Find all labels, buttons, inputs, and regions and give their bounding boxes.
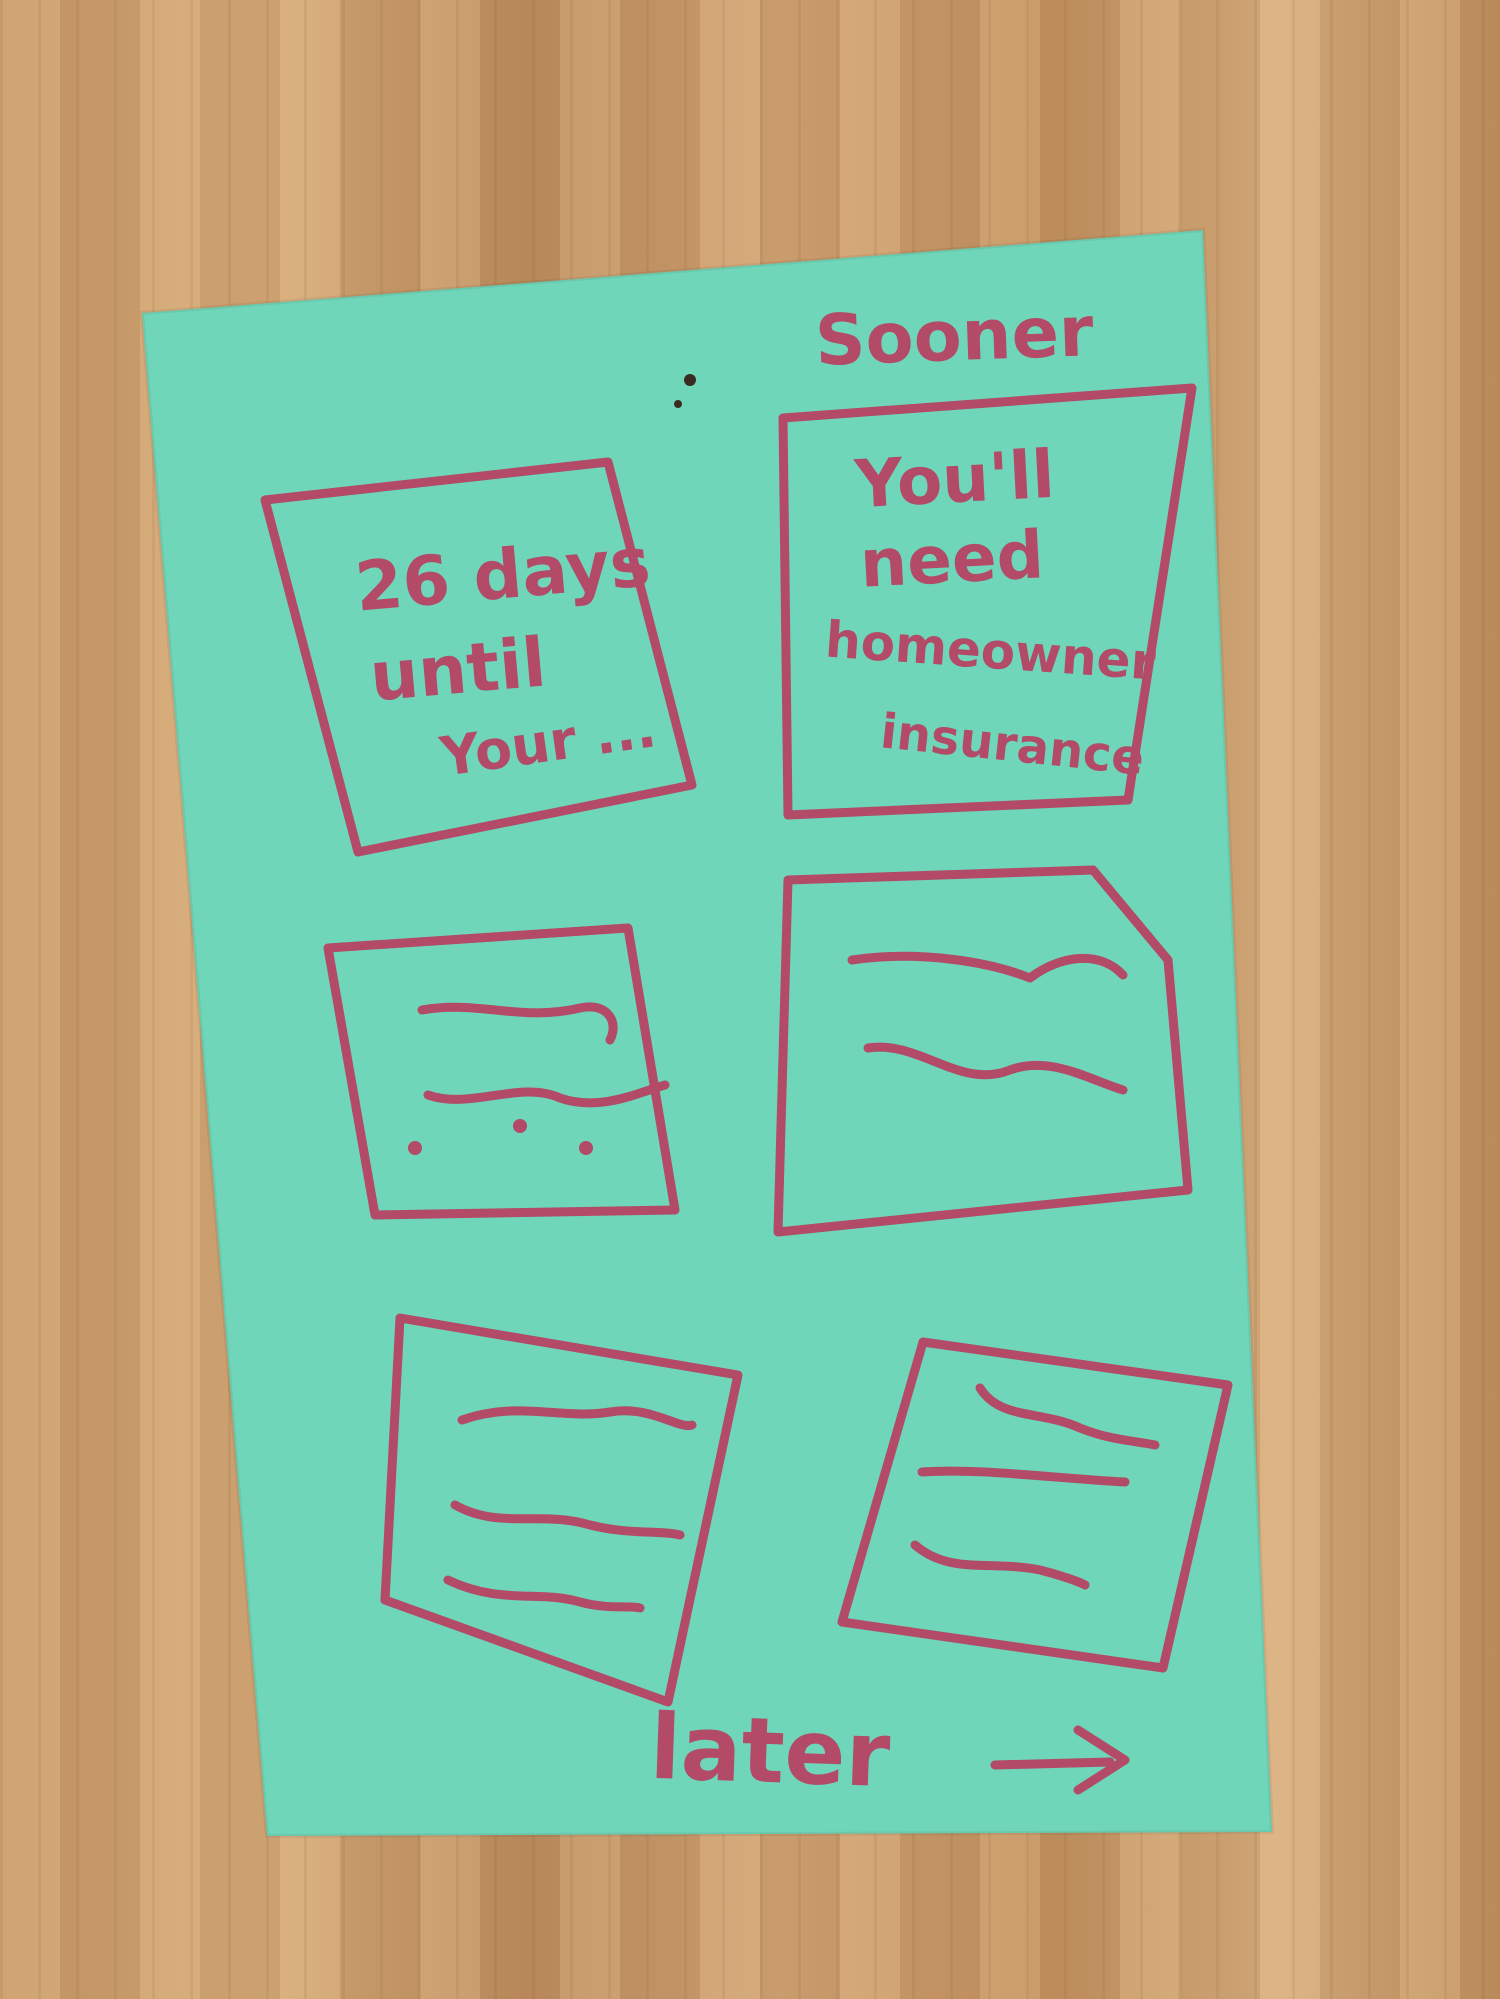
punch-hole	[684, 374, 696, 386]
punch-hole	[674, 400, 682, 408]
tile-2-text-line-2: need	[858, 516, 1046, 603]
tile-1-text-line-2: until	[366, 623, 550, 718]
tile-2-text-line-1: You'll	[853, 435, 1057, 524]
later-label: later	[648, 1694, 892, 1809]
right-arrow-icon	[990, 1757, 1115, 1770]
sooner-label: Sooner	[813, 290, 1095, 382]
paper-sketch-card: Sooner 26 days until Your ... You'll nee…	[0, 0, 1500, 1999]
index-card	[142, 230, 1272, 1836]
